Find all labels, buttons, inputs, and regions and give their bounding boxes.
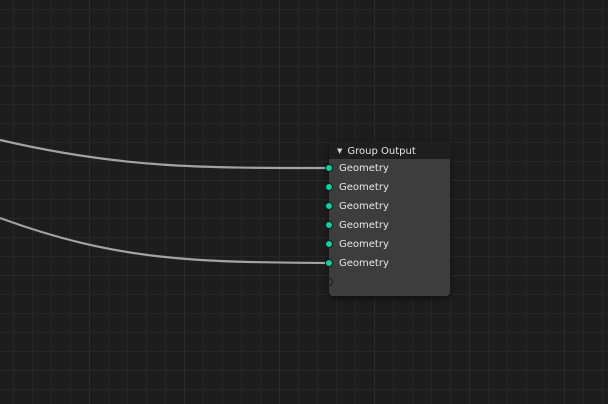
node-header[interactable]: ▼ Group Output (329, 143, 450, 159)
geometry-socket-icon[interactable] (325, 202, 333, 210)
link-to-geometry-6[interactable] (0, 216, 330, 265)
triangle-down-icon[interactable]: ▼ (337, 143, 342, 159)
input-socket-row: Geometry (325, 216, 450, 235)
socket-label: Geometry (339, 182, 389, 193)
geometry-socket-icon[interactable] (325, 164, 333, 172)
input-socket-row: Geometry (325, 178, 450, 197)
geometry-socket-icon[interactable] (325, 183, 333, 191)
input-socket-row: Geometry (325, 254, 450, 273)
empty-socket-row (325, 273, 450, 292)
geometry-socket-icon[interactable] (325, 240, 333, 248)
group-output-node[interactable]: ▼ Group Output Geometry Geometry Geometry… (325, 143, 450, 296)
node-editor-canvas[interactable]: ▼ Group Output Geometry Geometry Geometry… (0, 0, 608, 404)
socket-label: Geometry (339, 163, 389, 174)
socket-label: Geometry (339, 239, 389, 250)
input-socket-row: Geometry (325, 159, 450, 178)
input-socket-row: Geometry (325, 197, 450, 216)
node-title: Group Output (347, 146, 416, 157)
empty-socket-icon[interactable] (325, 278, 333, 286)
input-socket-row: Geometry (325, 235, 450, 254)
geometry-socket-icon[interactable] (325, 221, 333, 229)
socket-label: Geometry (339, 201, 389, 212)
link-to-geometry-1[interactable] (0, 138, 330, 170)
socket-label: Geometry (339, 220, 389, 231)
node-links (0, 138, 330, 265)
geometry-socket-icon[interactable] (325, 259, 333, 267)
socket-label: Geometry (339, 258, 389, 269)
